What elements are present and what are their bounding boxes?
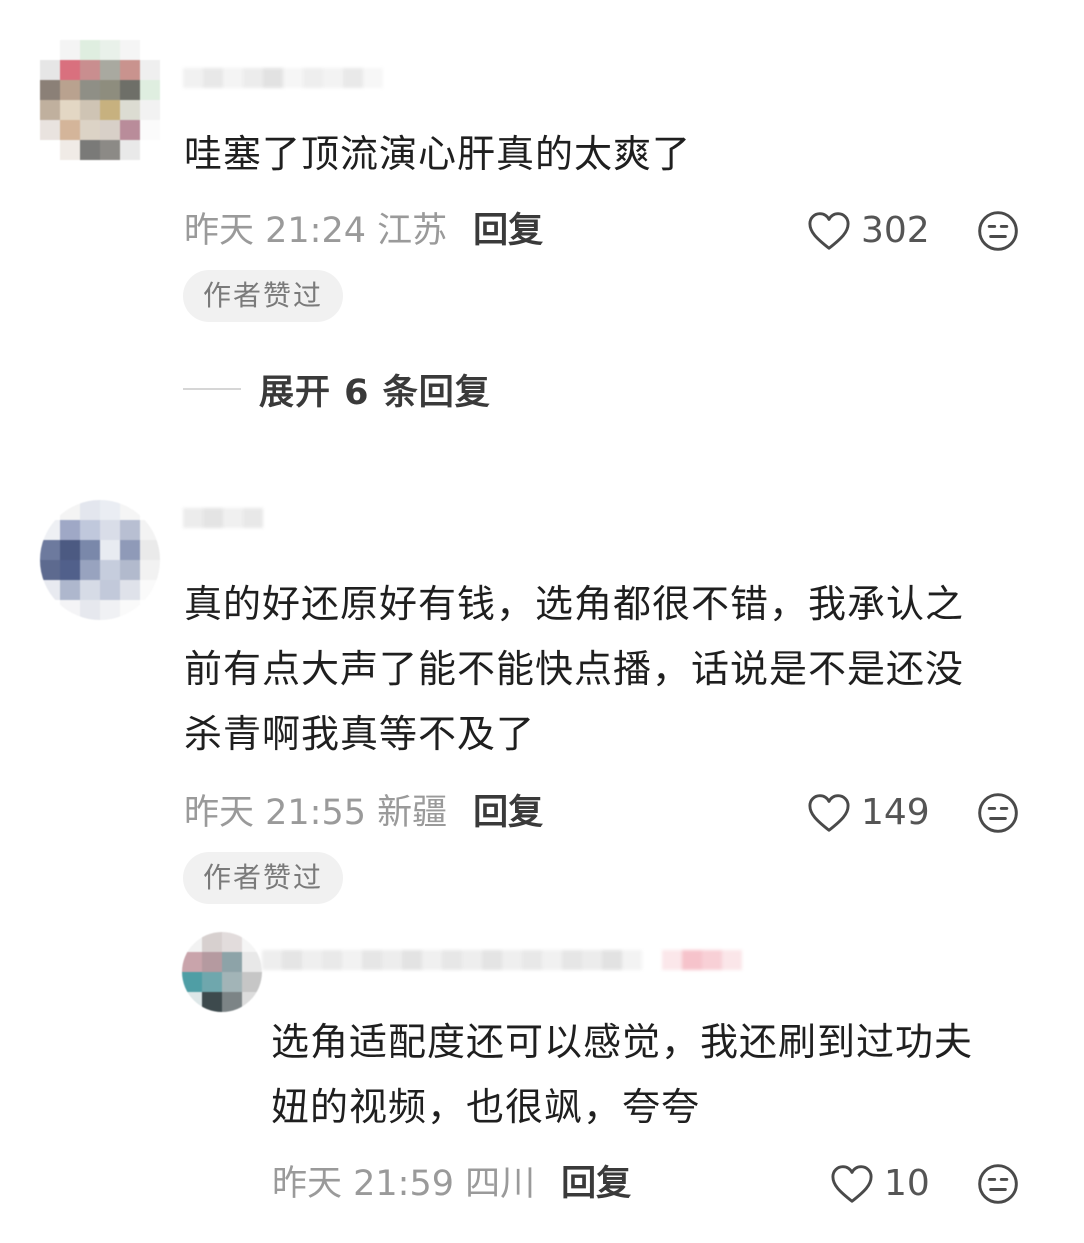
comment-text-line: 真的好还原好有钱，选角都很不错，我承认之 bbox=[184, 582, 965, 626]
comment-text: 选角适配度还可以感觉，我还刷到过功夫 妞的视频，也很飒，夸夸 bbox=[271, 1010, 1051, 1140]
like-button[interactable]: 10 bbox=[830, 1162, 930, 1206]
like-count: 302 bbox=[861, 210, 930, 251]
like-count: 149 bbox=[861, 792, 930, 833]
comment-meta: 昨天 21:24 江苏 回复 bbox=[184, 209, 543, 253]
expand-replies-label: 展开 6 条回复 bbox=[259, 372, 491, 413]
comment-time-location: 昨天 21:24 江苏 bbox=[184, 211, 448, 251]
reply-button[interactable]: 回复 bbox=[561, 1164, 631, 1204]
comment-time-location: 昨天 21:55 新疆 bbox=[184, 793, 448, 833]
avatar[interactable] bbox=[40, 500, 160, 620]
meh-face-icon[interactable] bbox=[976, 1162, 1020, 1206]
meh-face-icon[interactable] bbox=[976, 209, 1020, 253]
avatar[interactable] bbox=[40, 40, 160, 160]
heart-outline-icon bbox=[808, 794, 850, 832]
comment-text-line: 妞的视频，也很飒，夸夸 bbox=[271, 1085, 701, 1129]
expand-replies-button[interactable]: 展开 6 条回复 bbox=[183, 364, 491, 414]
comment-text: 真的好还原好有钱，选角都很不错，我承认之 前有点大声了能不能快点播，话说是不是还… bbox=[184, 572, 1044, 767]
username-censored[interactable] bbox=[262, 950, 742, 970]
like-button[interactable]: 302 bbox=[807, 209, 930, 253]
username-censored[interactable] bbox=[183, 508, 263, 528]
avatar[interactable] bbox=[182, 932, 262, 1012]
comment-text-line: 选角适配度还可以感觉，我还刷到过功夫 bbox=[271, 1020, 974, 1064]
like-button[interactable]: 149 bbox=[807, 791, 930, 835]
reply-button[interactable]: 回复 bbox=[473, 793, 543, 833]
heart-outline-icon bbox=[831, 1165, 873, 1203]
reply-button[interactable]: 回复 bbox=[473, 211, 543, 251]
comment-text-line: 前有点大声了能不能快点播，话说是不是还没 bbox=[184, 647, 965, 691]
author-liked-badge: 作者赞过 bbox=[183, 852, 344, 904]
heart-outline-icon bbox=[808, 212, 850, 250]
like-count: 10 bbox=[884, 1163, 930, 1204]
author-liked-badge: 作者赞过 bbox=[183, 270, 344, 322]
divider-line bbox=[183, 388, 241, 390]
comment-meta: 昨天 21:55 新疆 回复 bbox=[184, 791, 543, 835]
username-censored[interactable] bbox=[183, 68, 383, 88]
comment-time-location: 昨天 21:59 四川 bbox=[272, 1164, 536, 1204]
comment-text-line: 杀青啊我真等不及了 bbox=[184, 712, 536, 756]
comment-text: 哇塞了顶流演心肝真的太爽了 bbox=[184, 132, 692, 176]
comment-meta: 昨天 21:59 四川 回复 bbox=[272, 1162, 631, 1206]
meh-face-icon[interactable] bbox=[976, 791, 1020, 835]
